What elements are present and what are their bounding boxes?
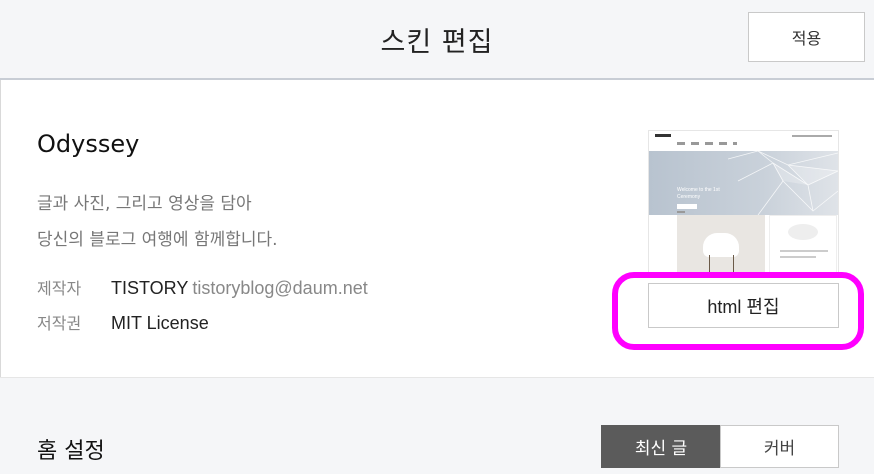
maker-name: TISTORY [111,278,189,298]
maker-email: tistoryblog@daum.net [192,278,368,298]
license-label: 저작권 [37,314,82,333]
license-value: MIT License [111,313,209,333]
skin-name: Odyssey [37,130,140,158]
thumbnail-topbar [649,131,838,151]
thumbnail-card-chair [677,215,765,274]
card-text-line [780,256,816,258]
page-title: 스킨 편집 [380,27,494,58]
license-row: 저작권 MIT License [37,310,209,334]
home-option-latest-posts[interactable]: 최신 글 [601,425,721,468]
card-text-line [780,250,828,252]
maker-row: 제작자 TISTORY tistoryblog@daum.net [37,275,368,299]
thumbnail-nav [677,142,737,145]
thumbnail-hero: Welcome to the 1st Ceremony [649,151,838,215]
skin-description-line-2: 당신의 블로그 여행에 함께합니다. [37,230,278,250]
chair-shape [703,233,739,257]
thumbnail-hero-text: Welcome to the 1st Ceremony [677,187,720,201]
home-settings-title: 홈 설정 [37,439,105,464]
thumbnail-logo [655,134,671,137]
apply-button[interactable]: 적용 [748,12,865,62]
thumbnail-hero-line-2: Ceremony [677,194,701,200]
skin-thumbnail: Welcome to the 1st Ceremony [648,130,839,275]
skin-description-line-1: 글과 사진, 그리고 영상을 담아 [37,194,252,214]
thumbnail-caption [677,211,685,213]
object-shape [788,224,818,240]
thumbnail-card-object [769,215,837,274]
chair-leg [709,255,710,274]
home-option-cover[interactable]: 커버 [720,425,839,468]
thumbnail-search [792,135,832,137]
thumbnail-hero-line-1: Welcome to the 1st [677,187,720,193]
thumbnail-hero-pattern [728,151,838,215]
thumbnail-hero-button [677,204,697,209]
chair-leg [733,255,734,274]
maker-label: 제작자 [37,279,82,298]
html-edit-button[interactable]: html 편집 [648,283,839,328]
skin-description: 글과 사진, 그리고 영상을 담아 당신의 블로그 여행에 함께합니다. [37,186,278,258]
header-bar: 스킨 편집 적용 [0,0,874,80]
home-settings-section: 홈 설정 최신 글 커버 [0,377,874,474]
